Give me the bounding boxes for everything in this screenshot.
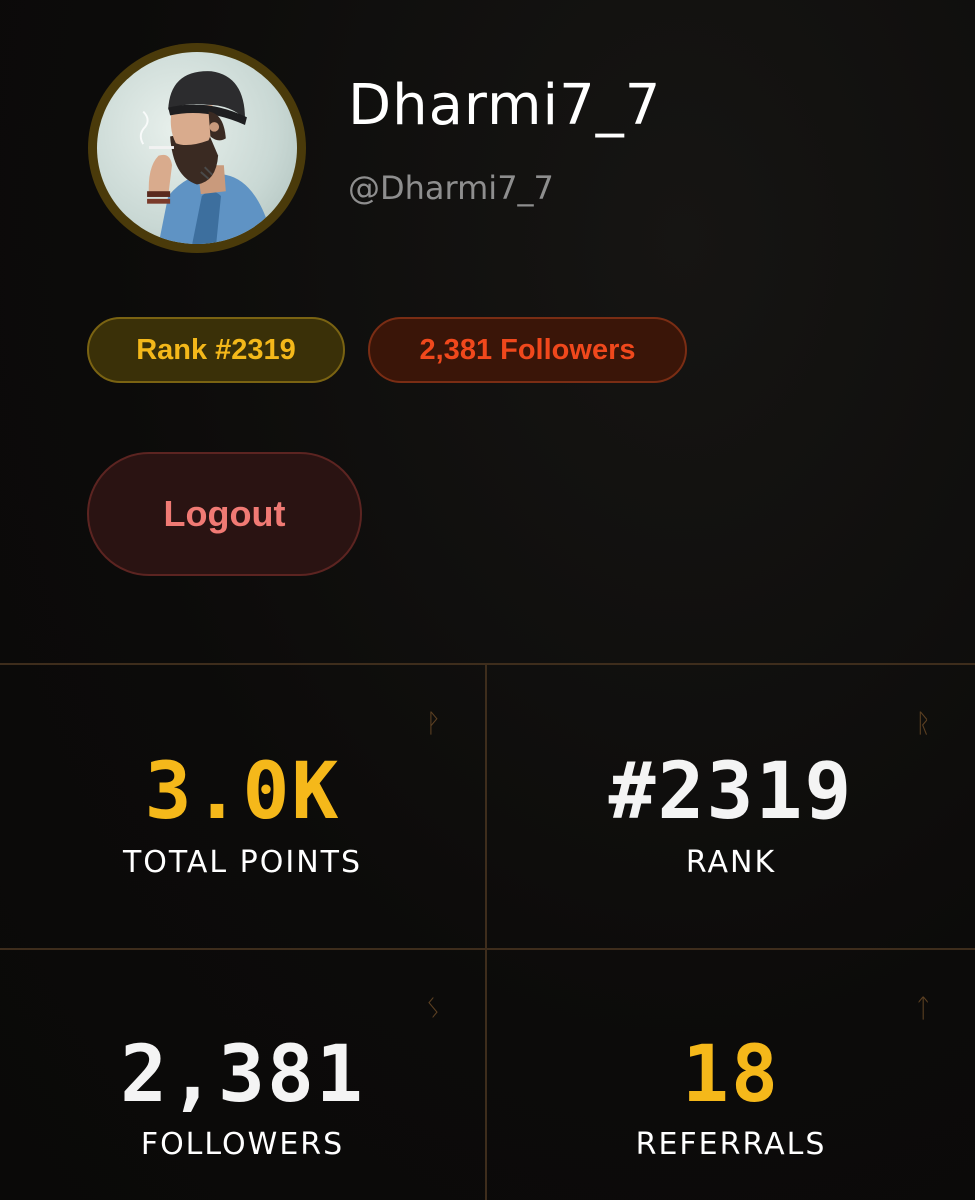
stats-grid: ᚹ 3.0K TOTAL POINTS ᚱ #2319 RANK ᛊ 2,381… xyxy=(0,663,975,1200)
referrals-rune-icon: ᛏ xyxy=(915,994,931,1024)
rank-label: RANK xyxy=(685,845,777,880)
rank-badge: Rank #2319 xyxy=(87,317,345,383)
total-points-value: 3.0K xyxy=(144,747,341,837)
display-name: Dharmi7_7 xyxy=(348,73,662,138)
avatar-image xyxy=(97,52,297,244)
rank-value: #2319 xyxy=(608,747,854,837)
avatar-illustration xyxy=(139,71,274,244)
stat-referrals: ᛏ 18 REFERRALS xyxy=(487,950,975,1200)
referrals-value: 18 xyxy=(682,1030,780,1120)
points-rune-icon: ᚹ xyxy=(425,709,441,739)
followers-badge: 2,381 Followers xyxy=(368,317,687,383)
followers-label: FOLLOWERS xyxy=(140,1127,345,1162)
user-handle: @Dharmi7_7 xyxy=(348,169,554,207)
rank-rune-icon: ᚱ xyxy=(915,709,931,739)
logout-button[interactable]: Logout xyxy=(87,452,362,576)
stat-total-points: ᚹ 3.0K TOTAL POINTS xyxy=(0,665,485,948)
total-points-label: TOTAL POINTS xyxy=(122,845,363,880)
avatar[interactable] xyxy=(88,43,306,253)
stat-rank: ᚱ #2319 RANK xyxy=(487,665,975,948)
followers-value: 2,381 xyxy=(120,1030,365,1120)
referrals-label: REFERRALS xyxy=(635,1127,827,1162)
followers-rune-icon: ᛊ xyxy=(425,994,441,1024)
stat-followers: ᛊ 2,381 FOLLOWERS xyxy=(0,950,485,1200)
profile-header: Dharmi7_7 @Dharmi7_7 Rank #2319 2,381 Fo… xyxy=(0,0,975,620)
